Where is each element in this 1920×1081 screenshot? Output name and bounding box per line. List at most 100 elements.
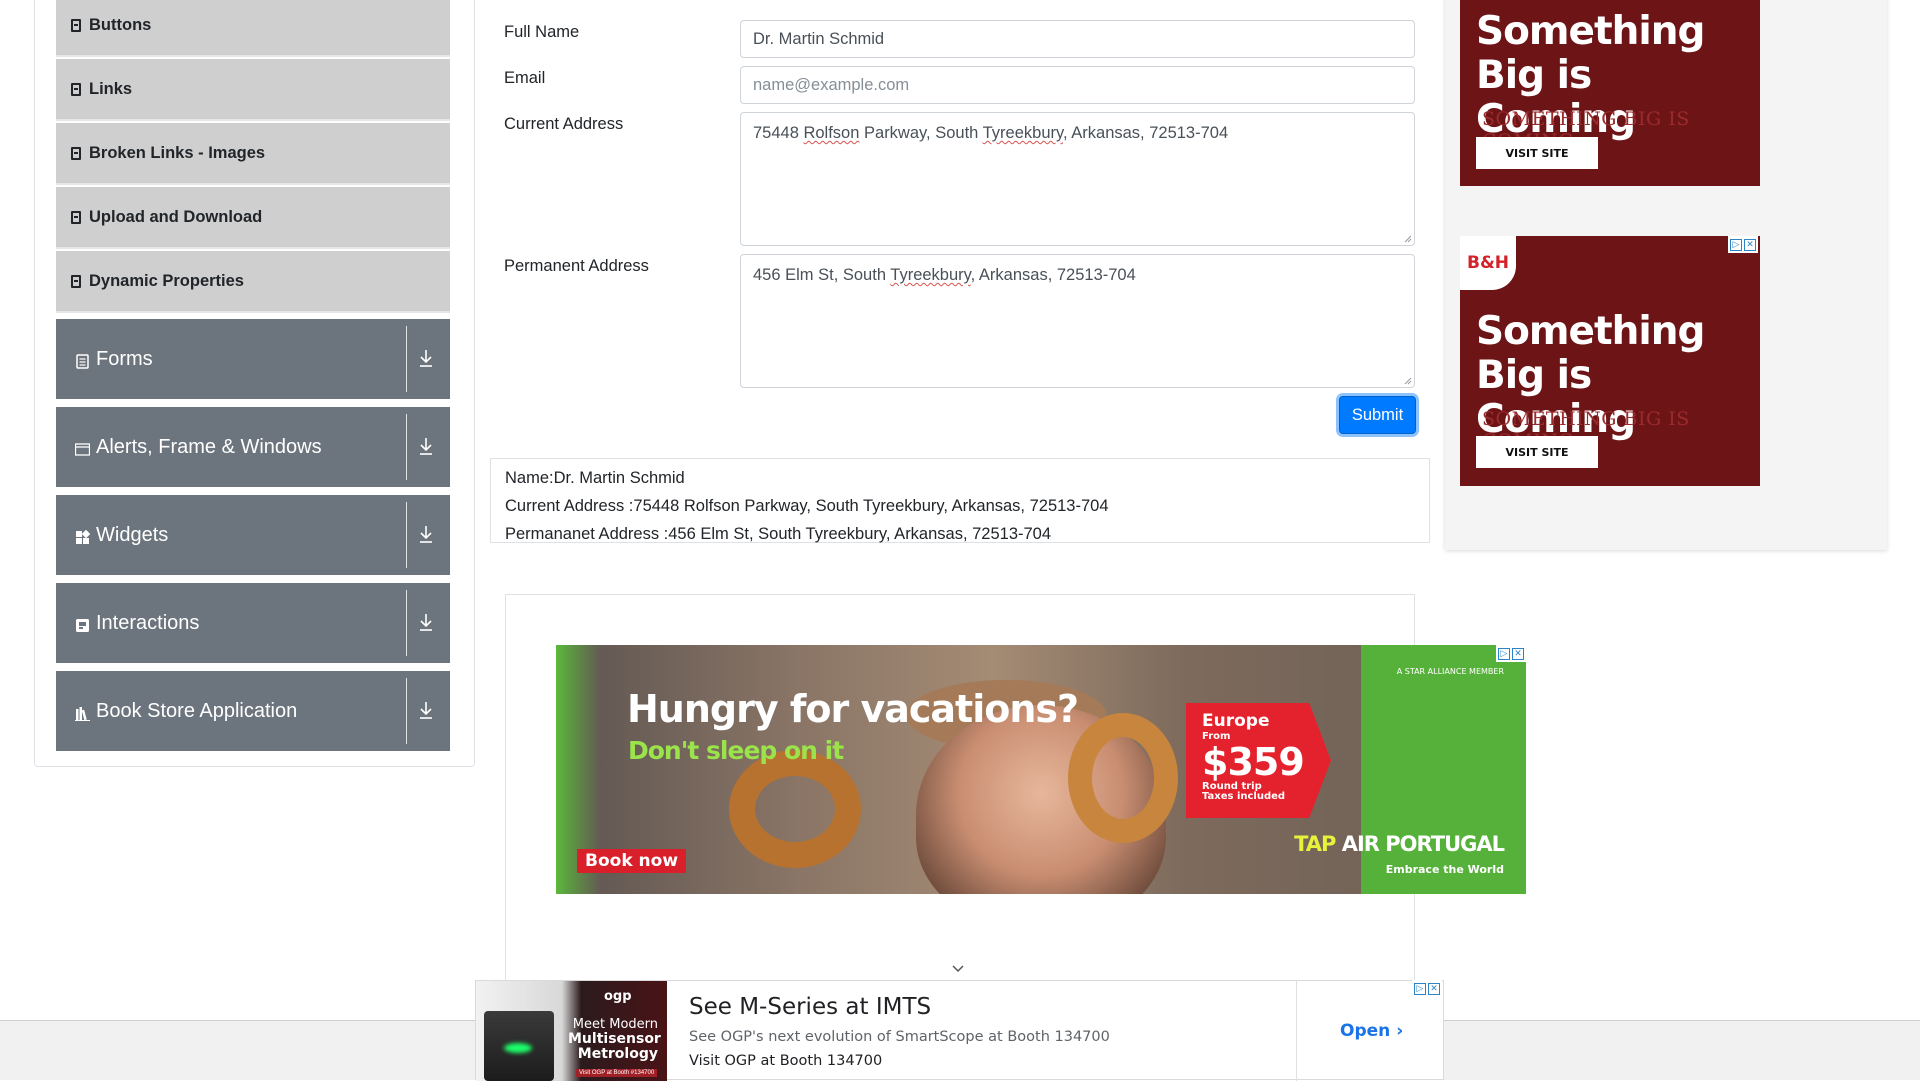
ogp-ad[interactable]: ogp Meet Modern Multisensor Metrology Visi… [475, 980, 1444, 1081]
sidebar: Buttons Links Broken Links - Images Uplo… [34, 0, 475, 767]
bh-ad-top[interactable]: Something Big is Coming SOMETHING BIG IS … [1460, 0, 1760, 186]
sidebar-group-label: Interactions [96, 611, 200, 634]
item-icon [71, 18, 81, 32]
close-icon[interactable]: ✕ [1428, 982, 1440, 995]
ad-choices[interactable]: ▷ ✕ [1728, 236, 1758, 253]
output-permanent-address: Permananet Address :456 Elm St, South Ty… [505, 525, 1052, 543]
item-icon [71, 82, 81, 96]
misspelled-word: Tyreekbury [982, 124, 1064, 142]
output-box: Name:Dr. Martin Schmid Current Address :… [490, 458, 1430, 543]
sidebar-group-forms[interactable]: Forms [56, 319, 450, 399]
tap-air-portugal-ad[interactable]: Hungry for vacations? Don't sleep on it … [556, 645, 1526, 894]
address-text: 456 Elm St, South [753, 266, 891, 284]
ad-price-tag: Europe From $359 Round trip Taxes includ… [1186, 703, 1331, 818]
full-name-value: Dr. Martin Schmid [753, 29, 885, 48]
window-icon [74, 440, 91, 456]
tap-logo: TAP AIR PORTUGAL [1294, 832, 1505, 856]
misspelled-word: Rolfson [803, 124, 860, 142]
interactions-icon [75, 616, 90, 632]
ogp-ad-title[interactable]: See M-Series at IMTS [689, 994, 931, 1020]
adchoices-icon[interactable]: ▷ [1498, 647, 1510, 660]
ogp-booth-tag: Visit OGP at Booth #134700 [576, 1069, 658, 1077]
divider [406, 502, 407, 568]
sidebar-item-links[interactable]: Links [56, 59, 450, 121]
ogp-logo: ogp [604, 989, 632, 1004]
open-button[interactable]: Open › [1340, 1021, 1403, 1041]
permanent-address-label: Permanent Address [504, 257, 649, 275]
sidebar-item-label: Links [89, 79, 133, 98]
ogp-ad-image: ogp Meet Modern Multisensor Metrology Visi… [476, 981, 667, 1081]
download-icon [420, 614, 432, 631]
widgets-icon [75, 528, 91, 544]
submit-button[interactable]: Submit [1339, 396, 1416, 434]
download-icon [420, 702, 432, 719]
output-current-address: Current Address :75448 Rolfson Parkway, … [505, 497, 1109, 515]
divider [406, 414, 407, 480]
full-name-input[interactable]: Dr. Martin Schmid [740, 20, 1415, 58]
current-address-textarea[interactable]: 75448 Rolfson Parkway, South Tyreekbury,… [740, 112, 1415, 246]
sidebar-item-broken-links[interactable]: Broken Links - Images [56, 123, 450, 185]
visit-site-button[interactable]: VISIT SITE [1476, 436, 1598, 468]
close-icon[interactable]: ✕ [1512, 647, 1524, 660]
divider [406, 590, 407, 656]
ad-photo-pretzel [1068, 713, 1178, 843]
divider [406, 678, 407, 744]
item-icon [71, 274, 81, 288]
address-text: , Arkansas, 72513-704 [970, 266, 1136, 284]
sidebar-group-widgets[interactable]: Widgets [56, 495, 450, 575]
address-text: , Arkansas, 72513-704 [1063, 124, 1229, 142]
current-address-label: Current Address [504, 115, 624, 133]
ad-choices[interactable]: ▷ ✕ [1412, 980, 1442, 997]
bh-logo: B&H [1460, 236, 1516, 290]
ad-headline: Hungry for vacations? [627, 687, 1079, 731]
ad-photo-pretzel [729, 750, 861, 868]
book-now-button[interactable]: Book now [577, 849, 687, 873]
download-icon [420, 438, 432, 455]
form-icon [75, 352, 90, 369]
star-alliance-text: A STAR ALLIANCE MEMBER [1396, 667, 1504, 676]
sidebar-item-label: Upload and Download [89, 207, 263, 226]
adchoices-icon[interactable]: ▷ [1414, 982, 1426, 995]
books-icon [75, 704, 90, 721]
download-icon [420, 526, 432, 543]
sidebar-group-label: Forms [96, 347, 153, 370]
ogp-ad-description: See OGP's next evolution of SmartScope a… [689, 1029, 1110, 1045]
sidebar-item-label: Dynamic Properties [89, 271, 244, 290]
chevron-down-icon[interactable] [951, 962, 965, 976]
sidebar-item-label: Broken Links - Images [89, 143, 266, 162]
close-icon[interactable]: ✕ [1744, 238, 1756, 251]
full-name-label: Full Name [504, 23, 580, 41]
sidebar-item-label: Buttons [89, 15, 152, 34]
sidebar-item-dynamic-properties[interactable]: Dynamic Properties [56, 251, 450, 313]
permanent-address-textarea[interactable]: 456 Elm St, South Tyreekbury, Arkansas, … [740, 254, 1415, 388]
sidebar-group-alerts[interactable]: Alerts, Frame & Windows [56, 407, 450, 487]
ogp-ad-cta-line: Visit OGP at Booth 134700 [689, 1053, 883, 1069]
ad-choices[interactable]: ▷ ✕ [1496, 645, 1526, 662]
ad-subline: Don't sleep on it [628, 736, 844, 765]
item-icon [71, 210, 81, 224]
price-note: Taxes included [1202, 791, 1286, 802]
adchoices-icon[interactable]: ▷ [1730, 238, 1742, 251]
sidebar-group-label: Alerts, Frame & Windows [96, 435, 322, 458]
sidebar-group-book-store[interactable]: Book Store Application [56, 671, 450, 751]
sidebar-group-interactions[interactable]: Interactions [56, 583, 450, 663]
address-text: 75448 [753, 124, 804, 142]
sidebar-item-buttons[interactable]: Buttons [56, 0, 450, 57]
email-input[interactable]: name@example.com [740, 66, 1415, 104]
sidebar-group-label: Book Store Application [96, 699, 298, 722]
visit-site-button[interactable]: VISIT SITE [1476, 137, 1598, 169]
divider [406, 326, 407, 392]
email-label: Email [504, 69, 546, 87]
address-text: Parkway, South [859, 124, 983, 142]
item-icon [71, 146, 81, 160]
sidebar-item-upload-download[interactable]: Upload and Download [56, 187, 450, 249]
email-placeholder: name@example.com [753, 75, 910, 94]
price-value: $359 [1202, 740, 1305, 784]
bh-ad-bottom[interactable]: B&H Something Big is Coming SOMETHING BIG… [1460, 236, 1760, 486]
resize-handle-icon[interactable] [1404, 235, 1412, 243]
resize-handle-icon[interactable] [1404, 377, 1412, 385]
price-destination: Europe [1202, 711, 1270, 731]
sidebar-group-label: Widgets [96, 523, 169, 546]
ogp-image-text: Meet Modern Multisensor Metrology [568, 1017, 661, 1062]
output-name: Name:Dr. Martin Schmid [505, 469, 685, 487]
